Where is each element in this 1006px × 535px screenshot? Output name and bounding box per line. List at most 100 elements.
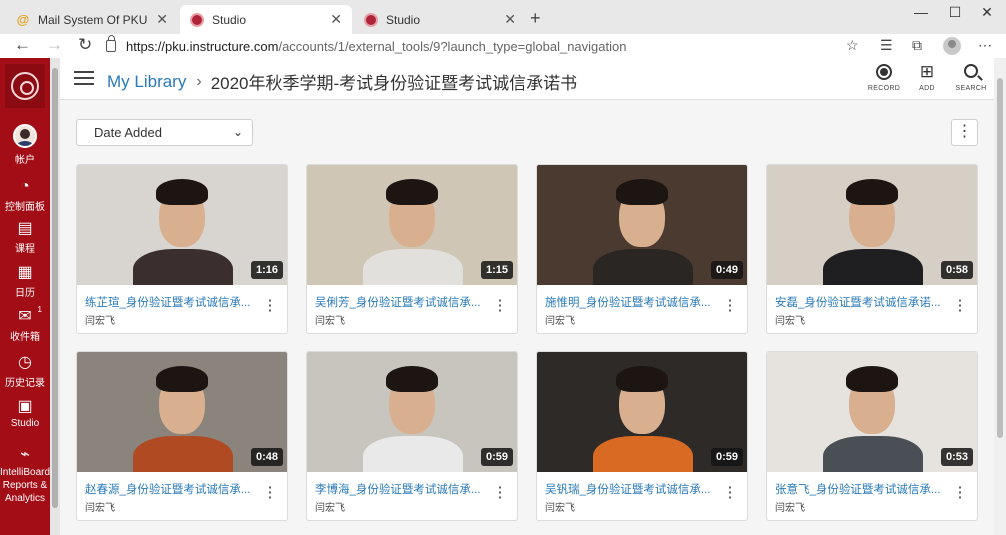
dashboard-icon: ◔ [20, 178, 30, 195]
nav-scroll-thumb[interactable] [52, 68, 58, 508]
video-options-icon[interactable]: ⋮ [261, 484, 279, 502]
duration-badge: 0:59 [710, 448, 743, 466]
person-hair-shape [616, 179, 668, 205]
video-title-link[interactable]: 赵春源_身份验证暨考试诚信承... [85, 481, 255, 497]
video-card[interactable]: 0:48 赵春源_身份验证暨考试诚信承... 闫宏飞 ⋮ [76, 351, 288, 521]
collections-icon[interactable]: ⧉ [912, 37, 922, 54]
hamburger-menu-icon[interactable] [74, 71, 94, 85]
person-hair-shape [846, 179, 898, 205]
person-body-shape [593, 436, 693, 472]
video-thumbnail[interactable]: 0:53 [767, 352, 977, 472]
collection-options-button[interactable]: ⋮ [951, 119, 978, 146]
nav-studio[interactable]: ▣ Studio [0, 398, 50, 429]
video-title-link[interactable]: 吴俐芳_身份验证暨考试诚信承... [315, 294, 485, 310]
close-tab-icon[interactable]: ✕ [156, 11, 168, 28]
video-title-link[interactable]: 练芷瑄_身份验证暨考试诚信承... [85, 294, 255, 310]
page-scrollbar[interactable] [994, 58, 1006, 535]
person-hair-shape [616, 366, 668, 392]
video-options-icon[interactable]: ⋮ [951, 297, 969, 315]
video-options-icon[interactable]: ⋮ [951, 484, 969, 502]
collection-title: 2020年秋季学期-考试身份验证暨考试诚信承诺书 [210, 74, 578, 93]
video-options-icon[interactable]: ⋮ [721, 484, 739, 502]
nav-history[interactable]: ◷ 历史记录 [0, 354, 50, 389]
new-tab-icon[interactable]: + [530, 8, 541, 29]
browser-tab-mail[interactable]: @ Mail System Of PKU ✕ [6, 5, 178, 34]
duration-badge: 0:49 [710, 261, 743, 279]
video-title-link[interactable]: 施惟明_身份验证暨考试诚信承... [545, 294, 715, 310]
video-card[interactable]: 0:59 李博海_身份验证暨考试诚信承... 闫宏飞 ⋮ [306, 351, 518, 521]
nav-label: Studio [10, 418, 40, 429]
browser-tab-studio[interactable]: Studio ✕ [354, 5, 526, 34]
nav-dashboard[interactable]: ◔ 控制面板 [0, 178, 50, 213]
person-body-shape [593, 249, 693, 285]
nav-scrollbar[interactable] [50, 58, 60, 535]
video-card[interactable]: 1:16 练芷瑄_身份验证暨考试诚信承... 闫宏飞 ⋮ [76, 164, 288, 334]
url-host: https://pku.instructure.com [126, 38, 279, 54]
video-title-link[interactable]: 李博海_身份验证暨考试诚信承... [315, 481, 485, 497]
duration-badge: 0:48 [250, 448, 283, 466]
video-options-icon[interactable]: ⋮ [491, 484, 509, 502]
minimize-icon[interactable]: — [906, 4, 936, 20]
pku-logo[interactable] [5, 64, 45, 108]
video-thumbnail[interactable]: 1:16 [77, 165, 287, 285]
close-tab-icon[interactable]: ✕ [330, 11, 342, 28]
sort-dropdown[interactable]: Date Added ⌄ [76, 119, 253, 146]
video-title-link[interactable]: 安磊_身份验证暨考试诚信承诺... [775, 294, 945, 310]
search-button[interactable]: SEARCH [951, 62, 991, 92]
video-card[interactable]: 0:53 张意飞_身份验证暨考试诚信承... 闫宏飞 ⋮ [766, 351, 978, 521]
close-window-icon[interactable]: ✕ [972, 4, 1002, 21]
search-label: SEARCH [955, 85, 987, 92]
inbox-badge: 1 [37, 305, 42, 314]
nav-inbox[interactable]: ✉ 1 收件箱 [0, 305, 50, 343]
nav-courses[interactable]: ▤ 课程 [0, 220, 50, 255]
video-title-link[interactable]: 吴钒瑞_身份验证暨考试诚信承... [545, 481, 715, 497]
nav-label: IntelliBoard Reports & Analytics [0, 467, 51, 504]
browser-menu-icon[interactable]: ⋯ [978, 37, 992, 54]
tab-label: Studio [212, 12, 247, 27]
add-button[interactable]: ⊞ ADD [907, 62, 947, 92]
video-owner: 闫宏飞 [85, 316, 115, 327]
nav-label: 日历 [15, 288, 35, 299]
pku-seal-icon [11, 72, 39, 100]
video-thumbnail[interactable]: 0:48 [77, 352, 287, 472]
video-options-icon[interactable]: ⋮ [261, 297, 279, 315]
nav-label: 课程 [15, 244, 35, 255]
video-card[interactable]: 0:59 吴钒瑞_身份验证暨考试诚信承... 闫宏飞 ⋮ [536, 351, 748, 521]
favorites-list-icon[interactable]: ☰ [880, 37, 893, 54]
video-card[interactable]: 1:15 吴俐芳_身份验证暨考试诚信承... 闫宏飞 ⋮ [306, 164, 518, 334]
video-thumbnail[interactable]: 0:58 [767, 165, 977, 285]
studio-favicon-icon [190, 12, 204, 27]
video-card[interactable]: 0:58 安磊_身份验证暨考试诚信承诺... 闫宏飞 ⋮ [766, 164, 978, 334]
nav-calendar[interactable]: ▦ 日历 [0, 264, 50, 299]
forward-arrow-icon[interactable]: → [46, 35, 63, 55]
record-icon [876, 64, 892, 80]
video-owner: 闫宏飞 [315, 316, 345, 327]
video-thumbnail[interactable]: 0:49 [537, 165, 747, 285]
favorite-star-icon[interactable]: ☆ [846, 37, 859, 54]
record-button[interactable]: RECORD [864, 62, 904, 92]
duration-badge: 1:15 [480, 261, 513, 279]
refresh-icon[interactable]: ↻ [78, 35, 92, 55]
video-thumbnail[interactable]: 1:15 [307, 165, 517, 285]
video-options-icon[interactable]: ⋮ [491, 297, 509, 315]
my-library-link[interactable]: My Library [107, 72, 186, 92]
video-owner: 闫宏飞 [775, 316, 805, 327]
back-arrow-icon[interactable]: ← [14, 35, 31, 55]
maximize-icon[interactable]: ☐ [940, 4, 970, 21]
video-thumbnail[interactable]: 0:59 [307, 352, 517, 472]
profile-avatar[interactable] [943, 37, 961, 55]
video-options-icon[interactable]: ⋮ [721, 297, 739, 315]
person-body-shape [133, 249, 233, 285]
browser-tab-studio-active[interactable]: Studio ✕ [180, 5, 352, 34]
video-owner: 闫宏飞 [315, 503, 345, 514]
add-media-icon: ⊞ [919, 62, 935, 81]
nav-account[interactable]: 帐户 [0, 124, 50, 166]
video-thumbnail[interactable]: 0:59 [537, 352, 747, 472]
nav-intelliboard[interactable]: ⌁ IntelliBoard Reports & Analytics [0, 446, 50, 505]
nav-label: 历史记录 [5, 378, 45, 389]
url-field[interactable]: https://pku.instructure.com/accounts/1/e… [106, 35, 866, 56]
page-scroll-thumb[interactable] [997, 78, 1003, 438]
video-card[interactable]: 0:49 施惟明_身份验证暨考试诚信承... 闫宏飞 ⋮ [536, 164, 748, 334]
video-title-link[interactable]: 张意飞_身份验证暨考试诚信承... [775, 481, 945, 497]
close-tab-icon[interactable]: ✕ [504, 11, 516, 28]
